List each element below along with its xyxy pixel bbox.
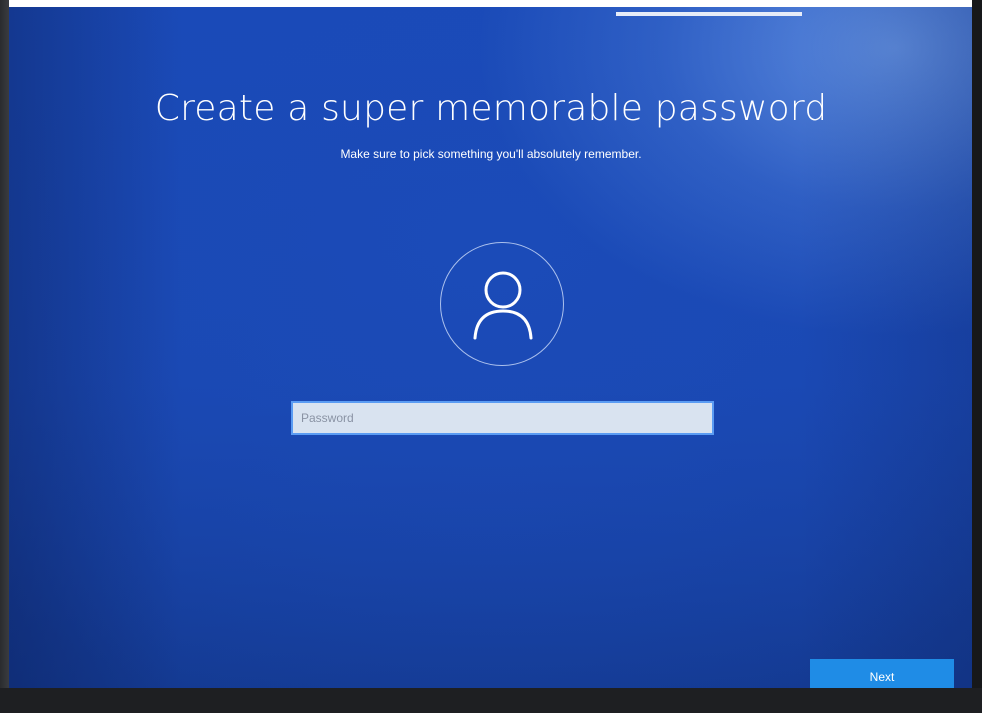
progress-indicator [616,12,802,16]
page-title: Create a super memorable password [154,88,828,129]
monitor-bezel-right [972,0,982,713]
avatar [440,242,564,366]
monitor-bezel-bottom [0,688,982,713]
password-input[interactable] [291,401,714,435]
user-icon [473,271,533,340]
page-subtitle: Make sure to pick something you'll absol… [340,147,642,161]
